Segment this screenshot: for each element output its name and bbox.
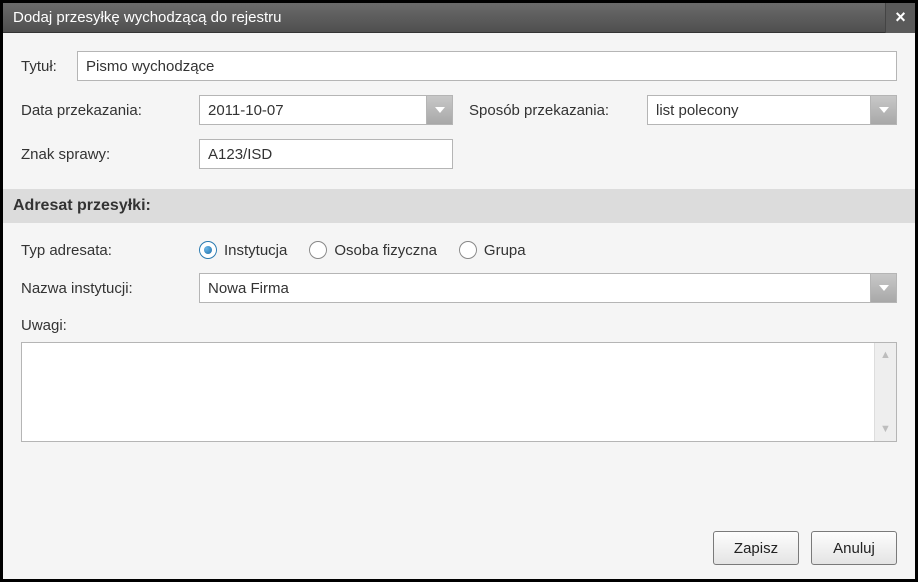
label-uwagi: Uwagi: [21, 317, 67, 334]
data-przekazania-dropdown-button[interactable] [426, 96, 452, 124]
chevron-down-icon [879, 285, 889, 291]
label-znak-sprawy: Znak sprawy: [21, 146, 199, 163]
scroll-up-icon: ▲ [880, 349, 891, 361]
tytul-input[interactable] [77, 51, 897, 81]
nazwa-instytucji-value: Nowa Firma [200, 274, 870, 302]
row-data-sposob: Data przekazania: 2011-10-07 Sposób prze… [21, 95, 897, 125]
anuluj-button[interactable]: Anuluj [811, 531, 897, 565]
chevron-down-icon [435, 107, 445, 113]
section-adresat-header: Adresat przesyłki: [3, 189, 915, 223]
nazwa-instytucji-dropdown-button[interactable] [870, 274, 896, 302]
sposob-przekazania-dropdown-button[interactable] [870, 96, 896, 124]
znak-sprawy-input[interactable] [199, 139, 453, 169]
button-bar: Zapisz Anuluj [21, 515, 897, 565]
radio-osoba-fizyczna[interactable]: Osoba fizyczna [309, 241, 437, 259]
radio-icon [199, 241, 217, 259]
radio-instytucja[interactable]: Instytucja [199, 241, 287, 259]
titlebar: Dodaj przesyłkę wychodzącą do rejestru × [3, 3, 915, 33]
uwagi-textarea-wrap: ▲ ▼ [21, 342, 897, 442]
dialog-window: Dodaj przesyłkę wychodzącą do rejestru ×… [0, 0, 918, 582]
radio-label-instytucja: Instytucja [224, 242, 287, 259]
zapisz-button[interactable]: Zapisz [713, 531, 799, 565]
uwagi-scrollbar[interactable]: ▲ ▼ [874, 343, 896, 441]
sposob-przekazania-value: list polecony [648, 96, 870, 124]
chevron-down-icon [879, 107, 889, 113]
radio-grupa[interactable]: Grupa [459, 241, 526, 259]
row-typ-adresata: Typ adresata: Instytucja Osoba fizyczna … [21, 241, 897, 259]
close-button[interactable]: × [885, 3, 915, 33]
row-znak-sprawy: Znak sprawy: [21, 139, 897, 169]
uwagi-block: Uwagi: ▲ ▼ [21, 317, 897, 442]
row-tytul: Tytuł: [21, 51, 897, 81]
label-typ-adresata: Typ adresata: [21, 242, 199, 259]
close-icon: × [895, 7, 906, 28]
nazwa-instytucji-combo[interactable]: Nowa Firma [199, 273, 897, 303]
sposob-przekazania-combo[interactable]: list polecony [647, 95, 897, 125]
typ-adresata-radios: Instytucja Osoba fizyczna Grupa [199, 241, 526, 259]
data-przekazania-combo[interactable]: 2011-10-07 [199, 95, 453, 125]
uwagi-textarea[interactable] [22, 343, 874, 441]
dialog-content: Tytuł: Data przekazania: 2011-10-07 Spos… [3, 33, 915, 579]
radio-icon [459, 241, 477, 259]
data-przekazania-value: 2011-10-07 [200, 96, 426, 124]
row-nazwa-instytucji: Nazwa instytucji: Nowa Firma [21, 273, 897, 303]
label-data-przekazania: Data przekazania: [21, 102, 199, 119]
radio-icon [309, 241, 327, 259]
scroll-down-icon: ▼ [880, 423, 891, 435]
window-title: Dodaj przesyłkę wychodzącą do rejestru [13, 9, 281, 26]
radio-label-osoba: Osoba fizyczna [334, 242, 437, 259]
label-sposob-przekazania: Sposób przekazania: [469, 102, 647, 119]
radio-label-grupa: Grupa [484, 242, 526, 259]
label-nazwa-instytucji: Nazwa instytucji: [21, 280, 199, 297]
label-tytul: Tytuł: [21, 58, 77, 75]
